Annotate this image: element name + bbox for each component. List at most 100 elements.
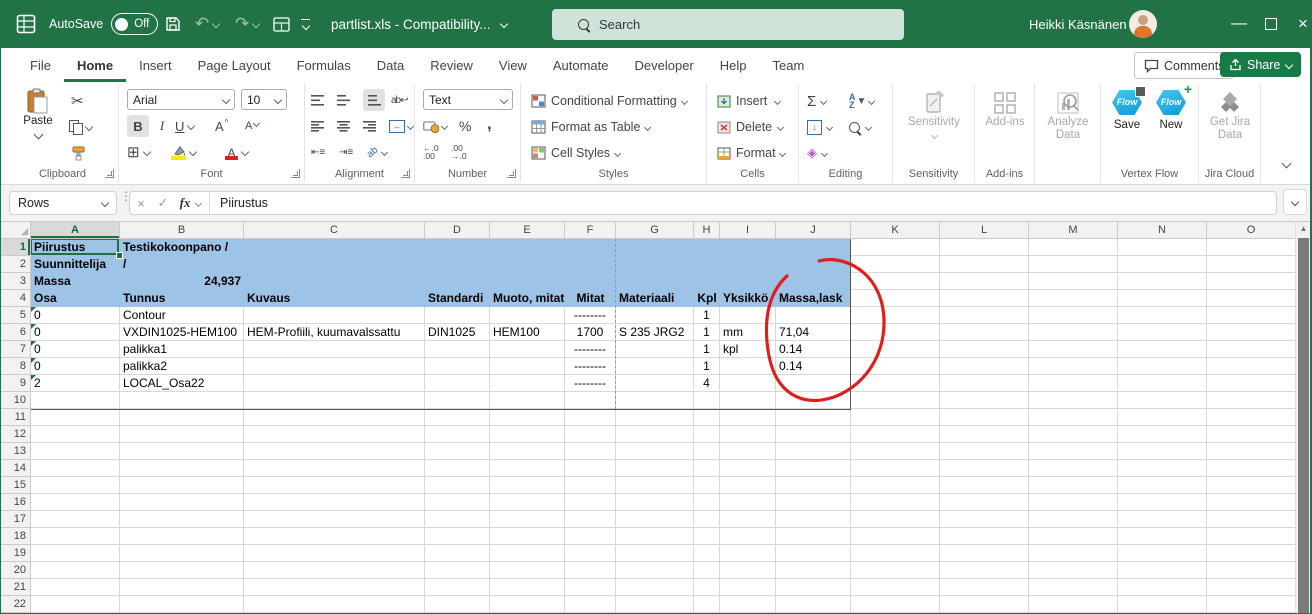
cell-I17[interactable] [720,511,776,528]
fill-button[interactable]: ↓ [807,116,832,138]
cell-N16[interactable] [1118,494,1207,511]
cell-J4[interactable]: Massa,lask [776,290,851,307]
cell-A2[interactable]: Suunnittelija [31,256,120,273]
cell-L14[interactable] [940,460,1029,477]
cell-J17[interactable] [776,511,851,528]
cell-N18[interactable] [1118,528,1207,545]
cell-M8[interactable] [1029,358,1118,375]
cell-N13[interactable] [1118,443,1207,460]
cell-F2[interactable] [565,256,616,273]
row-header-10[interactable]: 10 [1,392,31,409]
comma-style-button[interactable]: , [487,113,492,135]
align-center-button[interactable] [337,115,350,137]
cell-D22[interactable] [425,596,490,613]
insert-cells-button[interactable]: Insert [717,90,780,112]
cell-L10[interactable] [940,392,1029,409]
collapse-ribbon-button[interactable] [1283,152,1290,174]
cell-H18[interactable] [694,528,720,545]
cell-A14[interactable] [31,460,120,477]
cell-A15[interactable] [31,477,120,494]
cell-B7[interactable]: palikka1 [120,341,244,358]
maximize-button[interactable] [1255,0,1287,48]
cell-J3[interactable] [776,273,851,290]
column-header-D[interactable]: D [425,222,490,239]
cell-B17[interactable] [120,511,244,528]
cell-O8[interactable] [1207,358,1296,375]
cell-A22[interactable] [31,596,120,613]
cell-styles-button[interactable]: Cell Styles [531,142,620,164]
top-align-button[interactable] [311,89,324,111]
font-name-combo[interactable]: Arial [127,89,235,110]
cell-B18[interactable] [120,528,244,545]
cell-J12[interactable] [776,426,851,443]
cell-F4[interactable]: Mitat [565,290,616,307]
number-dialog-launcher[interactable] [507,169,516,178]
cell-K17[interactable] [851,511,940,528]
cell-L18[interactable] [940,528,1029,545]
cell-O9[interactable] [1207,375,1296,392]
row-header-12[interactable]: 12 [1,426,31,443]
cell-D13[interactable] [425,443,490,460]
cell-E2[interactable] [490,256,565,273]
cell-I1[interactable] [720,239,776,256]
cell-O20[interactable] [1207,562,1296,579]
cell-C13[interactable] [244,443,425,460]
cell-L3[interactable] [940,273,1029,290]
cell-K2[interactable] [851,256,940,273]
cell-H4[interactable]: Kpl [694,290,720,307]
cell-K13[interactable] [851,443,940,460]
cell-G6[interactable]: S 235 JRG2 [616,324,694,341]
cell-N1[interactable] [1118,239,1207,256]
cell-J15[interactable] [776,477,851,494]
cell-B6[interactable]: VXDIN1025-HEM100 [120,324,244,341]
cell-O12[interactable] [1207,426,1296,443]
cell-H5[interactable]: 1 [694,307,720,324]
cell-I18[interactable] [720,528,776,545]
quick-access-table-icon[interactable] [273,0,290,48]
cell-C17[interactable] [244,511,425,528]
fill-handle[interactable] [116,252,123,259]
cell-H13[interactable] [694,443,720,460]
cell-N22[interactable] [1118,596,1207,613]
cell-K5[interactable] [851,307,940,324]
cell-K16[interactable] [851,494,940,511]
tab-team[interactable]: Team [760,48,818,82]
cell-N20[interactable] [1118,562,1207,579]
cell-J16[interactable] [776,494,851,511]
cell-B4[interactable]: Tunnus [120,290,244,307]
cell-C11[interactable] [244,409,425,426]
cell-J2[interactable] [776,256,851,273]
save-button[interactable] [165,0,181,48]
cell-K4[interactable] [851,290,940,307]
cell-B9[interactable]: LOCAL_Osa22 [120,375,244,392]
number-format-combo[interactable]: Text [423,89,513,110]
merge-center-button[interactable]: ↔ [389,115,413,137]
cell-J11[interactable] [776,409,851,426]
cell-I16[interactable] [720,494,776,511]
clear-button[interactable]: ◈ [807,142,827,164]
cell-N14[interactable] [1118,460,1207,477]
cell-H7[interactable]: 1 [694,341,720,358]
cell-O1[interactable] [1207,239,1296,256]
column-header-N[interactable]: N [1118,222,1207,239]
cell-L22[interactable] [940,596,1029,613]
tab-page-layout[interactable]: Page Layout [185,48,284,82]
cell-H8[interactable]: 1 [694,358,720,375]
cell-A12[interactable] [31,426,120,443]
cell-A11[interactable] [31,409,120,426]
cell-O2[interactable] [1207,256,1296,273]
search-input[interactable]: Search [552,9,904,40]
cell-G21[interactable] [616,579,694,596]
cell-C9[interactable] [244,375,425,392]
cell-C15[interactable] [244,477,425,494]
cell-B2[interactable]: / [120,256,244,273]
cell-I11[interactable] [720,409,776,426]
cell-F19[interactable] [565,545,616,562]
cell-N15[interactable] [1118,477,1207,494]
cell-G8[interactable] [616,358,694,375]
cell-J14[interactable] [776,460,851,477]
cell-G19[interactable] [616,545,694,562]
sort-filter-button[interactable]: AZ ▼ [849,90,874,112]
bottom-align-button[interactable] [363,89,385,111]
cell-H14[interactable] [694,460,720,477]
